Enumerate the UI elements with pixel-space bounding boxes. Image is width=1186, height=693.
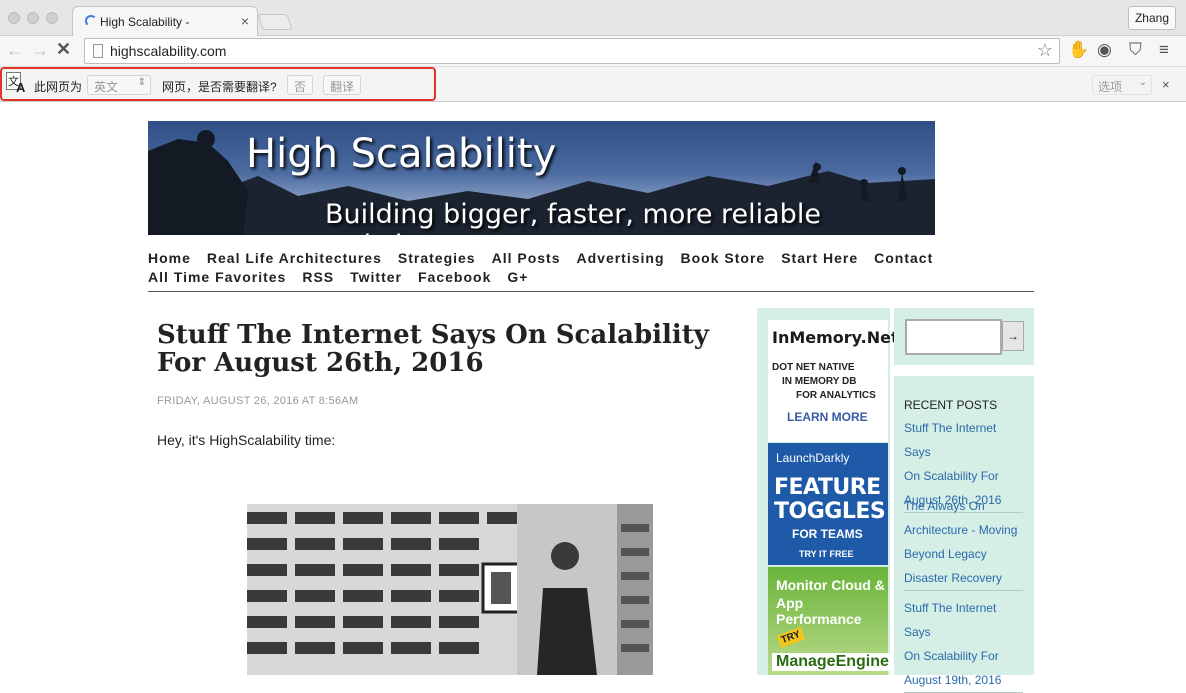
post-date: FRIDAY, AUGUST 26, 2016 AT 8:56AM <box>157 395 359 407</box>
nav-link-home[interactable]: Home <box>148 250 191 266</box>
source-language-select[interactable]: 英文 ⇕ <box>87 75 151 95</box>
extension-globe-icon[interactable]: ◉ <box>1097 40 1112 60</box>
ad-inmemory-cta[interactable]: LEARN MORE <box>787 410 868 424</box>
browser-toolbar: ← → ✕ highscalability.com ☆ ✋ ◉ ⛉ ≡ <box>0 36 1186 66</box>
nav-link-g[interactable]: G+ <box>507 269 528 285</box>
nav-divider <box>148 291 1034 292</box>
recent-posts-heading: RECENT POSTS <box>904 398 998 412</box>
recent-post-line: August 19th, 2016 <box>904 673 1002 687</box>
nav-link-rss[interactable]: RSS <box>302 269 334 285</box>
nav-link-all-posts[interactable]: All Posts <box>492 250 561 266</box>
search-submit-button[interactable]: → <box>1002 321 1024 351</box>
ad-manageengine-brand: ManageEngine <box>772 653 893 671</box>
chevron-updown-icon: ⇕ <box>137 77 146 88</box>
new-tab-button[interactable] <box>257 14 293 30</box>
extension-shield-icon[interactable]: ⛉ <box>1129 40 1142 60</box>
ad-manageengine-badge: TRY <box>776 627 806 648</box>
site-banner[interactable]: High Scalability Building bigger, faster… <box>148 121 935 235</box>
maximize-window-button[interactable] <box>46 12 58 24</box>
bookmark-star-icon[interactable]: ☆ <box>1037 40 1053 61</box>
back-arrow-icon[interactable]: ← <box>6 40 24 60</box>
nav-link-twitter[interactable]: Twitter <box>350 269 402 285</box>
loading-spinner-icon <box>85 15 97 27</box>
ad-launchdarkly-cta[interactable]: TRY IT FREE <box>799 549 854 559</box>
tab-title: High Scalability - <box>100 15 190 29</box>
ad-manageengine[interactable]: Monitor Cloud & App Performance TRY Mana… <box>768 567 893 675</box>
recent-posts: RECENT POSTS Stuff The Internet Says On S… <box>894 376 1034 693</box>
browser-tab-active[interactable]: High Scalability - × <box>72 6 258 37</box>
ad-inmemory-line1: DOT NET NATIVE <box>772 362 855 373</box>
tab-close-icon[interactable]: × <box>241 13 249 29</box>
nav-link-book-store[interactable]: Book Store <box>681 250 766 266</box>
page-icon <box>93 44 103 58</box>
recent-post-line: On Scalability For <box>904 469 999 483</box>
site-tagline: Building bigger, faster, more reliable w… <box>325 199 821 235</box>
recent-post-link[interactable]: The Always On Architecture - Moving Beyond… <box>904 494 1023 591</box>
url-text[interactable]: highscalability.com <box>110 43 226 59</box>
nav-link-advertising[interactable]: Advertising <box>577 250 665 266</box>
sidebar-search: → <box>894 308 1034 365</box>
translate-options-select[interactable]: 选项 ⌄ <box>1092 75 1152 95</box>
nav-link-all-time-favorites[interactable]: All Time Favorites <box>148 269 286 285</box>
site-title: High Scalability <box>246 131 557 177</box>
nav-link-real-life-architectures[interactable]: Real Life Architectures <box>207 250 382 266</box>
ad-launchdarkly-line3: FOR TEAMS <box>792 527 863 541</box>
page-content: High Scalability Building bigger, faster… <box>0 102 1186 693</box>
ad-launchdarkly-logo: LaunchDarkly <box>776 451 850 465</box>
translate-question: 网页，是否需要翻译? <box>162 80 277 94</box>
ad-column: InMemory.Net DOT NET NATIVE IN MEMORY DB… <box>757 308 899 675</box>
close-translate-icon[interactable]: × <box>1162 77 1170 92</box>
recent-post-line: Architecture - Moving <box>904 523 1018 537</box>
recent-post-line: The Always On <box>904 499 985 513</box>
nav-link-contact[interactable]: Contact <box>874 250 933 266</box>
recent-post-line: Stuff The Internet Says <box>904 421 997 459</box>
nav-link-strategies[interactable]: Strategies <box>398 250 476 266</box>
recent-post-line: Stuff The Internet Says <box>904 601 997 639</box>
translate-prefix: 此网页为 <box>34 80 83 94</box>
forward-arrow-icon[interactable]: → <box>31 40 49 60</box>
server-racks-photo <box>247 504 653 675</box>
ad-inmemory-line3: FOR ANALYTICS <box>796 390 876 401</box>
translate-icon: 文A <box>6 72 28 95</box>
chevron-down-icon: ⌄ <box>1138 77 1147 88</box>
ad-launchdarkly[interactable]: LaunchDarkly FEATURE TOGGLES FOR TEAMS T… <box>768 443 888 565</box>
recent-post-line: On Scalability For <box>904 649 999 663</box>
nav-row-1: Home Real Life Architectures Strategies All… <box>148 250 1034 269</box>
ad-manageengine-line1: Monitor Cloud & <box>776 577 885 593</box>
recent-post-line: Beyond Legacy <box>904 547 987 561</box>
ad-launchdarkly-line1: FEATURE <box>774 475 881 500</box>
menu-icon[interactable]: ≡ <box>1159 40 1169 60</box>
source-language-value: 英文 <box>94 80 119 94</box>
stop-loading-icon[interactable]: ✕ <box>56 39 71 59</box>
browser-tabstrip: High Scalability - × Zhang <box>0 0 1186 37</box>
post-intro: Hey, it's HighScalability time: <box>157 432 336 448</box>
minimize-window-button[interactable] <box>27 12 39 24</box>
site-nav: Home Real Life Architectures Strategies All… <box>148 250 1034 288</box>
search-input[interactable] <box>905 319 1002 355</box>
recent-post-line: Disaster Recovery <box>904 571 1003 585</box>
translate-button[interactable]: 翻译 <box>323 75 362 95</box>
post-photo <box>247 504 653 675</box>
recent-post-link[interactable]: Stuff The Internet Says On Scalability Fo… <box>904 596 1023 693</box>
ad-inmemory-line2: IN MEMORY DB <box>782 376 857 387</box>
ad-inmemory[interactable]: InMemory.Net DOT NET NATIVE IN MEMORY DB… <box>768 320 899 442</box>
nav-link-start-here[interactable]: Start Here <box>781 250 858 266</box>
ad-launchdarkly-line2: TOGGLES <box>774 499 886 524</box>
profile-button[interactable]: Zhang <box>1127 6 1176 30</box>
no-translate-button[interactable]: 否 <box>287 75 314 95</box>
ad-inmemory-heading: InMemory.Net <box>772 328 899 347</box>
options-label: 选项 <box>1098 80 1123 94</box>
extension-hand-icon[interactable]: ✋ <box>1068 40 1089 60</box>
nav-row-2: All Time Favorites RSS Twitter Facebook G+ <box>148 269 1034 288</box>
address-bar[interactable]: highscalability.com ☆ <box>84 38 1060 64</box>
close-window-button[interactable] <box>8 12 20 24</box>
nav-link-facebook[interactable]: Facebook <box>418 269 491 285</box>
translate-bar: 文A 此网页为 英文 ⇕ 网页，是否需要翻译? 否 翻译 选项 ⌄ × <box>0 66 1186 102</box>
ad-manageengine-line2: App Performance <box>776 595 862 627</box>
post-title[interactable]: Stuff The Internet Says On Scalability F… <box>157 321 757 377</box>
